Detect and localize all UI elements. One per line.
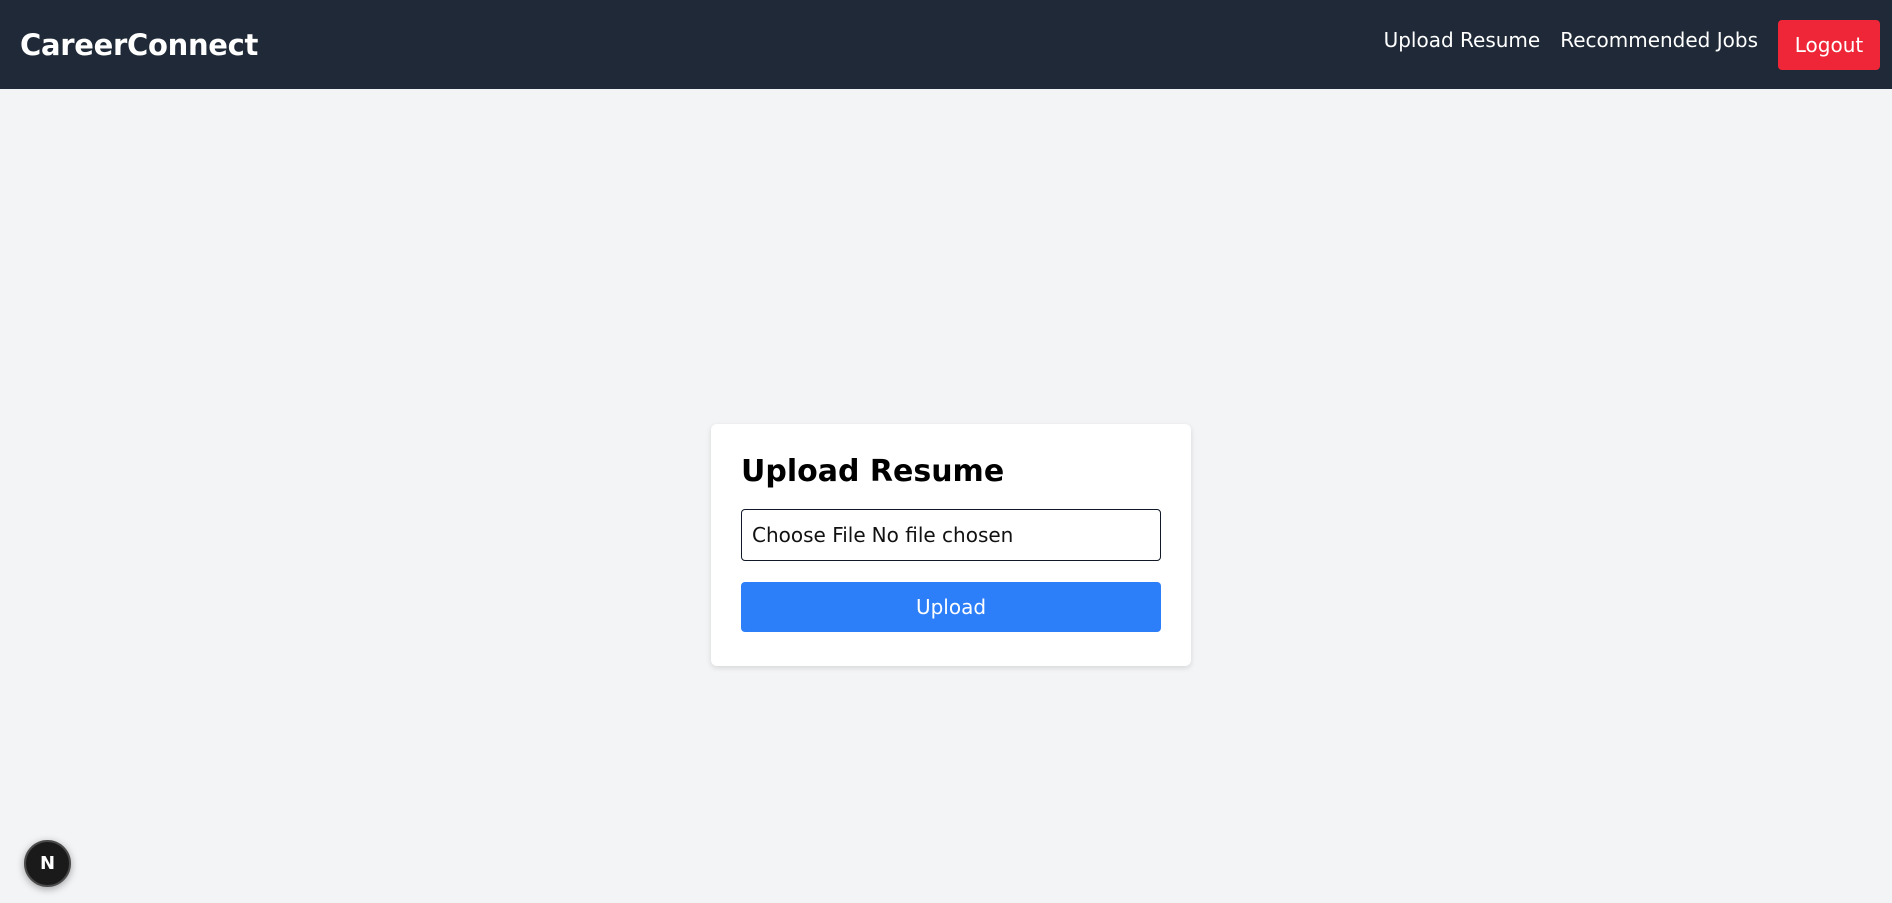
nav-link-upload-resume[interactable]: Upload Resume bbox=[1384, 28, 1541, 52]
nextjs-icon[interactable]: N bbox=[24, 840, 71, 887]
navbar: CareerConnect Upload Resume Recommended … bbox=[0, 0, 1892, 89]
choose-file-button[interactable]: Choose File bbox=[752, 523, 866, 547]
card-title: Upload Resume bbox=[741, 454, 1005, 489]
nav-link-recommended-jobs[interactable]: Recommended Jobs bbox=[1560, 28, 1758, 52]
nextjs-badge-label: N bbox=[39, 853, 56, 874]
file-input[interactable]: Choose File No file chosen bbox=[741, 509, 1161, 561]
upload-button[interactable]: Upload bbox=[741, 582, 1161, 632]
nav-menu: Upload Resume Recommended Jobs Logout bbox=[1384, 0, 1880, 89]
logout-button[interactable]: Logout bbox=[1778, 19, 1880, 70]
file-status-text: No file chosen bbox=[871, 523, 1014, 547]
brand-logo[interactable]: CareerConnect bbox=[20, 28, 258, 62]
upload-resume-card: Upload Resume Choose File No file chosen… bbox=[711, 424, 1191, 666]
